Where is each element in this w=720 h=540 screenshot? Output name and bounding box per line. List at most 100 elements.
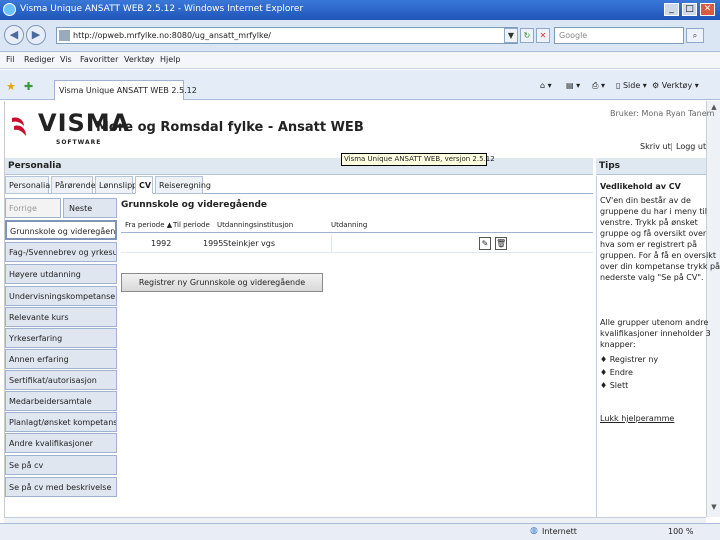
visma-logo-icon <box>12 117 26 136</box>
search-placeholder: Google <box>559 31 588 40</box>
tips-header-title: Tips <box>599 161 621 171</box>
tips-bullet-text: Endre <box>609 368 633 377</box>
tips-title: Vedlikehold av CV <box>600 182 681 191</box>
tips-bullet-text: Registrer ny <box>609 355 659 364</box>
stop-icon[interactable]: ✕ <box>536 28 550 43</box>
tips-bullet: ♦ Registrer ny <box>600 355 659 364</box>
section-title: Personalia <box>8 161 62 171</box>
menu-bar: Fil Rediger Vis Favoritter Verktøy Hjelp <box>0 52 720 69</box>
logo-subtext: SOFTWARE <box>56 139 102 146</box>
logout-link[interactable]: Logg ut <box>676 142 706 151</box>
vertical-scrollbar[interactable]: ▲ ▼ <box>706 101 720 517</box>
sidebar-item-andre-kvalifikasjoner[interactable]: Andre kvalifikasjoner <box>5 433 117 453</box>
scroll-down-icon[interactable]: ▼ <box>709 503 719 513</box>
link-separator: | <box>670 142 673 151</box>
tips-line: knapper: <box>600 340 636 349</box>
tips-line: kvalifikasjoner inneholder 3 <box>600 329 711 338</box>
refresh-icon[interactable]: ↻ <box>520 28 534 43</box>
search-input[interactable]: Google <box>554 27 684 44</box>
sidebar-item-hoyere-utdanning[interactable]: Høyere utdanning <box>5 264 117 284</box>
cell-to: 1995 <box>203 239 224 248</box>
tips-header: Tips <box>596 158 706 175</box>
sidebar-item-annen-erfaring[interactable]: Annen erfaring <box>5 349 117 369</box>
minimize-button[interactable]: _ <box>664 3 679 16</box>
edit-icon[interactable]: ✎ <box>479 237 491 250</box>
menu-verktoy[interactable]: Verktøy <box>124 55 154 64</box>
window-title: Visma Unique ANSATT WEB 2.5.12 - Windows… <box>20 4 304 14</box>
tab-cv[interactable]: CV <box>135 176 153 194</box>
feeds-icon[interactable]: ▤ ▾ <box>566 81 580 90</box>
main-heading: Grunnskole og videregående <box>121 200 268 210</box>
page-menu-label: Side <box>622 81 641 90</box>
tools-menu-label: Verktøy <box>661 81 693 90</box>
column-institusjon[interactable]: Utdanningsinstitusjon <box>217 221 293 229</box>
status-bar: ◍ Internett 100 % <box>0 523 720 540</box>
tips-line: venstre. Trykk på ønsket <box>600 218 698 227</box>
app-title: Møre og Romsdal fylke - Ansatt WEB <box>96 120 364 135</box>
tab-personalia[interactable]: Personalia <box>5 176 50 194</box>
menu-favoritter[interactable]: Favoritter <box>80 55 118 64</box>
print-link[interactable]: Skriv ut <box>640 142 671 151</box>
table-row: 1992 1995 Steinkjer vgs ✎ 🗑 <box>121 235 593 253</box>
address-toolbar: ◀ ▶ http://opweb.mrfylke.no:8080/ug_ansa… <box>0 20 720 52</box>
previous-button[interactable]: Forrige <box>5 198 61 218</box>
tab-reiseregning[interactable]: Reiseregning <box>155 176 211 194</box>
browser-tab-title: Visma Unique ANSATT WEB 2.5.12 <box>59 86 197 95</box>
sidebar-item-se-pa-cv[interactable]: Se på cv <box>5 455 117 475</box>
search-icon[interactable]: ⌕ <box>686 28 704 43</box>
favorites-star-icon[interactable]: ★ <box>6 80 16 93</box>
forward-icon[interactable]: ▶ <box>26 25 46 45</box>
next-button[interactable]: Neste <box>63 198 117 218</box>
menu-fil[interactable]: Fil <box>6 55 14 64</box>
sidebar-item-grunnskole[interactable]: Grunnskole og videregående <box>5 220 117 240</box>
register-new-button[interactable]: Registrer ny Grunnskole og videregående <box>121 273 323 292</box>
address-dropdown-icon[interactable]: ▼ <box>504 28 518 43</box>
column-fra-periode[interactable]: Fra periode ▲ <box>125 221 172 229</box>
zoom-level[interactable]: 100 % <box>668 527 693 536</box>
tools-menu[interactable]: ⚙ Verktøy ▾ <box>652 81 699 90</box>
tips-line: gruppene du har i meny til <box>600 207 707 216</box>
tips-line: CV'en din består av de <box>600 196 691 205</box>
tips-line: hva som er registrert på <box>600 240 698 249</box>
version-tooltip: Visma Unique ANSATT WEB, versjon 2.5.12 <box>341 153 495 166</box>
column-til-periode[interactable]: Til periode <box>173 221 210 229</box>
maximize-button[interactable]: □ <box>682 3 697 16</box>
cell-from: 1992 <box>151 239 172 248</box>
home-icon[interactable]: ⌂ ▾ <box>540 81 552 90</box>
sidebar-item-fagbrev[interactable]: Fag-/Svennebrev og yrkesutvikling <box>5 242 117 262</box>
ie-icon <box>3 3 16 16</box>
section-header: Personalia <box>5 158 593 175</box>
tab-lonnslipp[interactable]: Lønnslipp <box>95 176 137 194</box>
print-icon[interactable]: ⎙ ▾ <box>592 81 605 91</box>
tips-line: over din kompetanse trykk på <box>600 262 720 271</box>
sidebar-item-undervisningskompetanse[interactable]: Undervisningskompetanse <box>5 286 117 306</box>
menu-hjelp[interactable]: Hjelp <box>160 55 180 64</box>
page-menu[interactable]: ▯ Side ▾ <box>616 81 647 90</box>
column-utdanning[interactable]: Utdanning <box>331 221 367 229</box>
address-url: http://opweb.mrfylke.no:8080/ug_ansatt_m… <box>73 31 271 40</box>
sidebar-item-yrkeserfaring[interactable]: Yrkeserfaring <box>5 328 117 348</box>
close-button[interactable]: ✕ <box>700 3 715 16</box>
globe-icon: ◍ <box>530 526 538 536</box>
tips-line: gruppe og få oversikt over <box>600 229 707 238</box>
back-icon[interactable]: ◀ <box>4 25 24 45</box>
sidebar-item-medarbeidersamtale[interactable]: Medarbeidersamtale <box>5 391 117 411</box>
tips-bullet: ♦ Endre <box>600 368 633 377</box>
menu-rediger[interactable]: Rediger <box>24 55 55 64</box>
add-favorite-icon[interactable]: ✚ <box>24 80 33 93</box>
tab-row: Personalia Pårørende Lønnslipp CV Reiser… <box>5 176 593 194</box>
sidebar-item-kompetanseutvikling[interactable]: Planlagt/ønsket kompetanseutvikling <box>5 412 117 432</box>
tips-line: nederste valg "Se på CV". <box>600 273 704 282</box>
page-favicon-icon <box>59 30 70 41</box>
tips-bullet-text: Slett <box>609 381 629 390</box>
cell-institution: Steinkjer vgs <box>223 239 276 248</box>
tab-parorende[interactable]: Pårørende <box>51 176 96 194</box>
browser-tab[interactable]: Visma Unique ANSATT WEB 2.5.12 <box>54 80 197 100</box>
delete-icon[interactable]: 🗑 <box>495 237 507 250</box>
sidebar-item-sertifikat[interactable]: Sertifikat/autorisasjon <box>5 370 117 390</box>
menu-vis[interactable]: Vis <box>60 55 72 64</box>
sidebar-item-relevante-kurs[interactable]: Relevante kurs <box>5 307 117 327</box>
close-help-link[interactable]: Lukk hjelperamme <box>600 414 674 423</box>
sidebar-item-se-pa-cv-beskrivelse[interactable]: Se på cv med beskrivelse <box>5 477 117 497</box>
address-field[interactable]: http://opweb.mrfylke.no:8080/ug_ansatt_m… <box>56 27 518 44</box>
